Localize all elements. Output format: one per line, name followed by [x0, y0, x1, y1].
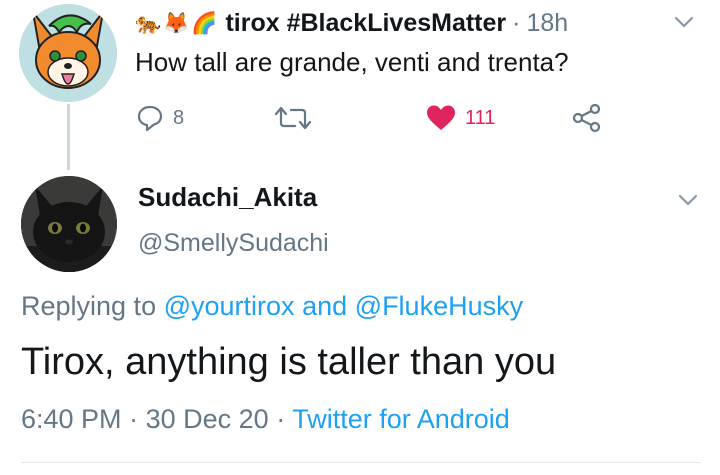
like-count: 111	[465, 106, 496, 129]
meta-separator: ·	[276, 404, 286, 434]
mention-link-flukehusky[interactable]: @FlukeHusky	[355, 291, 523, 321]
share-action[interactable]	[571, 100, 603, 136]
like-action[interactable]: 111	[425, 100, 495, 136]
heart-icon	[427, 105, 455, 130]
parent-author-name[interactable]: tirox #BlackLivesMatter	[225, 9, 506, 38]
meta-separator: ·	[129, 404, 139, 434]
reply-tweet-text: Tirox, anything is taller than you	[21, 341, 557, 383]
parent-tweet-time[interactable]: 18h	[526, 9, 568, 38]
divider	[21, 462, 701, 463]
fox-emoji: 🦊	[163, 11, 190, 35]
reply-icon	[137, 105, 163, 132]
tweet-date: 30 Dec 20	[145, 404, 269, 434]
header-separator: ·	[512, 8, 521, 37]
tweet-meta: 6:40 PM · 30 Dec 20 · Twitter for Androi…	[21, 404, 510, 435]
reply-author-handle[interactable]: @SmellySudachi	[138, 229, 329, 258]
reply-action[interactable]: 8	[135, 100, 184, 136]
parent-tweet-text: How tall are grande, venti and trenta?	[135, 47, 569, 77]
chevron-down-icon[interactable]	[672, 10, 696, 34]
mention-link-yourtirox[interactable]: @yourtirox	[164, 291, 295, 321]
thread-line	[67, 104, 70, 170]
avatar-sudachi[interactable]	[21, 176, 117, 272]
replying-to-line: Replying to @yourtirox and @FlukeHusky	[21, 291, 523, 322]
tweet-timestamp: 6:40 PM	[21, 404, 122, 434]
black-cat-avatar-photo	[21, 176, 117, 272]
reply-count: 8	[173, 106, 185, 129]
tiger-emoji: 🐅	[135, 11, 162, 35]
tweet-actions: 8 111	[135, 100, 615, 136]
chevron-down-icon[interactable]	[676, 188, 700, 212]
replying-to-label: Replying to	[21, 291, 157, 321]
rainbow-emoji: 🌈	[191, 11, 218, 35]
replying-and-word: and	[302, 291, 348, 321]
share-icon	[572, 103, 601, 133]
retweet-action[interactable]	[275, 100, 311, 136]
parent-tweet-header: 🐅 🦊 🌈 tirox #BlackLivesMatter · 18h	[135, 5, 568, 41]
tweet-source-link[interactable]: Twitter for Android	[292, 404, 510, 434]
fox-avatar-illustration	[19, 4, 117, 102]
avatar-tirox[interactable]	[19, 4, 117, 102]
retweet-icon	[275, 106, 311, 130]
reply-author-name[interactable]: Sudachi_Akita	[138, 182, 317, 213]
